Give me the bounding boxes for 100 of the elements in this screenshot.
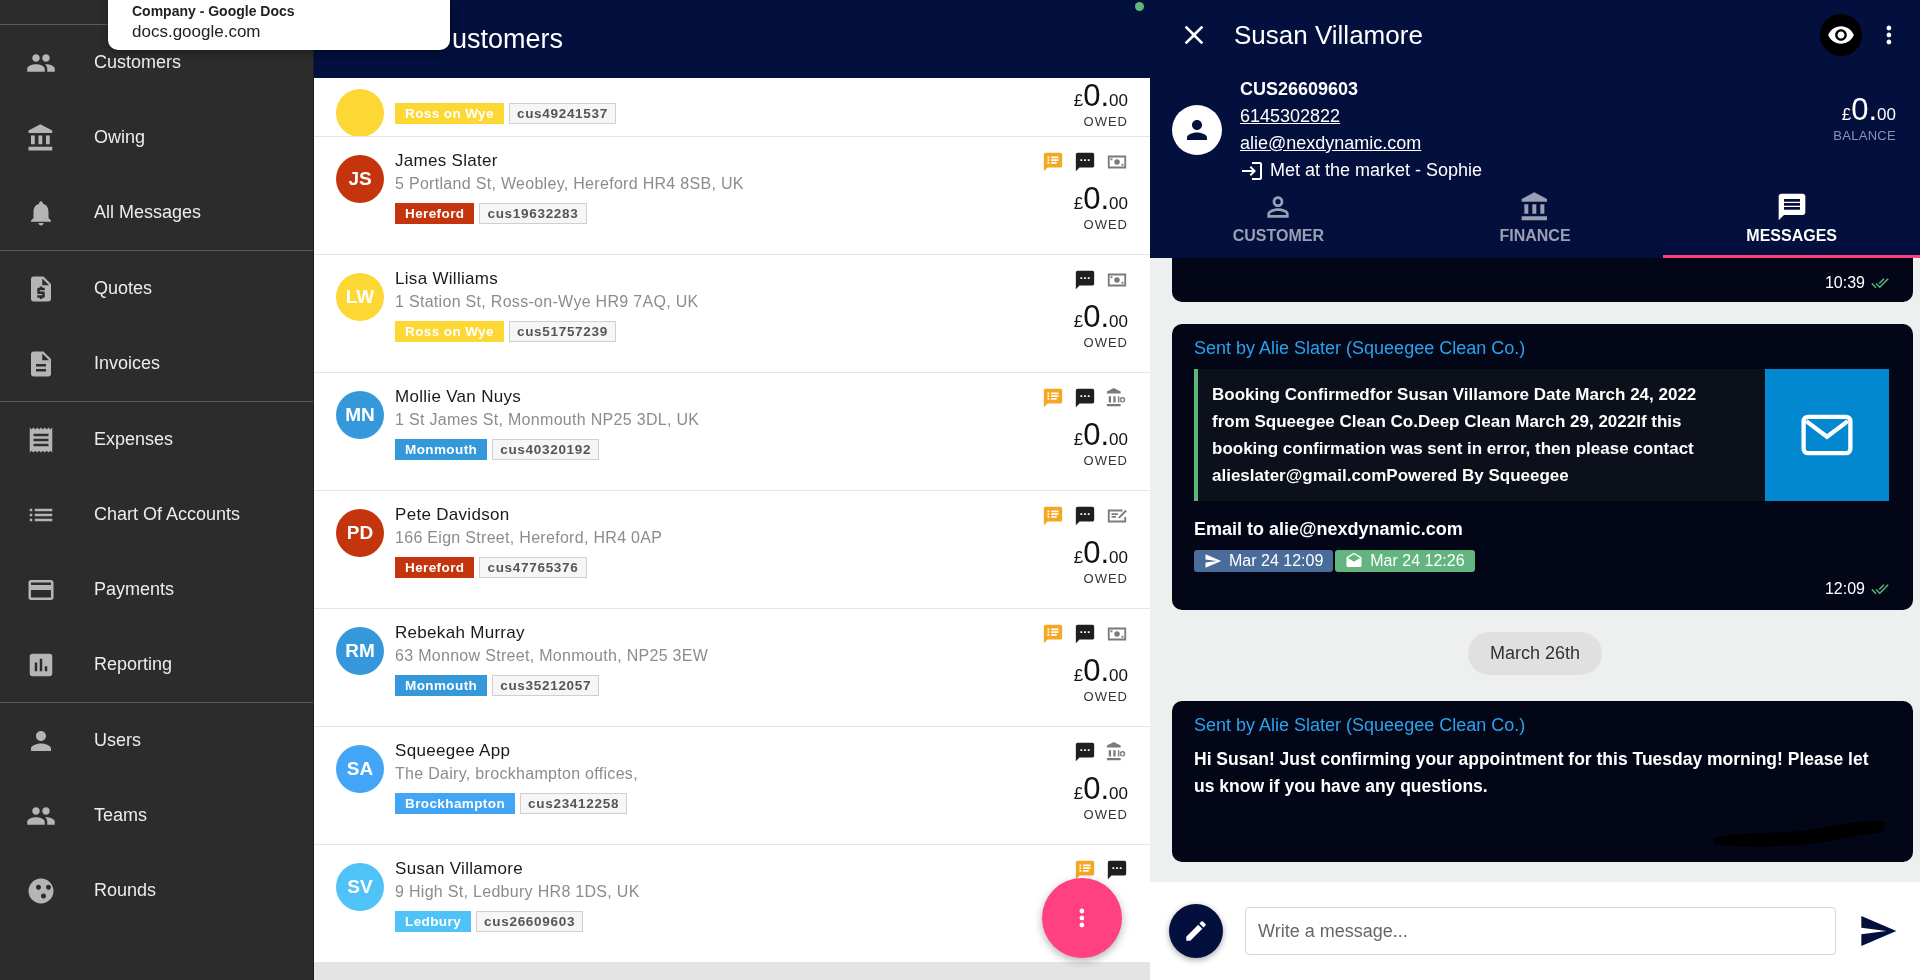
message-sender: Sent by Alie Slater (Squeegee Clean Co.) <box>1194 338 1527 359</box>
sidebar-item[interactable]: Chart Of Accounts <box>0 477 313 552</box>
sidebar-item[interactable]: Owing <box>0 100 313 175</box>
owed-label: OWED <box>1083 335 1128 350</box>
email-recipient: Email to alie@nexdynamic.com <box>1194 519 1464 540</box>
bank-icon <box>1106 387 1128 409</box>
chat-bubble-icon <box>1074 269 1096 291</box>
area-tag: Ross on Wye <box>395 103 504 124</box>
view-button[interactable] <box>1820 14 1863 56</box>
customer-code: cus40320192 <box>492 439 600 460</box>
date-divider: March 26th <box>1467 632 1602 675</box>
more-icon <box>1079 908 1085 928</box>
balance-label: BALANCE <box>1833 128 1896 143</box>
chat-bubble-icon <box>1074 387 1096 409</box>
notes-icon <box>1042 623 1064 645</box>
area-tag: Monmouth <box>395 675 488 696</box>
customer-code: cus49241537 <box>508 103 616 124</box>
owed-label: OWED <box>1083 571 1128 586</box>
tab[interactable]: CUSTOMER <box>1150 180 1407 258</box>
owed-amount: £0.00 <box>1073 535 1128 571</box>
area-tag: Hereford <box>395 557 475 578</box>
message-time: 12:09 <box>1824 580 1865 598</box>
customer-name: James Slater <box>395 151 499 172</box>
owed-amount: £0.00 <box>1073 299 1128 335</box>
notes-icon <box>1042 505 1064 527</box>
area-tag: Hereford <box>395 203 475 224</box>
chat-bubble-icon <box>1074 505 1096 527</box>
owed-label: OWED <box>1083 217 1128 232</box>
customer-address: 1 St James St, Monmouth NP25 3DL, UK <box>395 411 701 430</box>
owed-label: OWED <box>1083 689 1128 704</box>
balance-amount: £0.00 <box>1840 92 1896 128</box>
tab[interactable]: FINANCE <box>1406 180 1664 258</box>
envelope-icon <box>1801 414 1853 456</box>
sidebar-item[interactable]: Quotes <box>0 251 313 326</box>
customer-name: Rebekah Murray <box>395 623 526 644</box>
owed-amount: £0.00 <box>1073 78 1128 114</box>
sidebar-item[interactable]: Rounds <box>0 853 313 928</box>
owed-amount: £0.00 <box>1073 181 1128 217</box>
avatar: PD <box>336 509 384 557</box>
more-icon <box>1886 25 1892 45</box>
area-tag: Monmouth <box>395 439 488 460</box>
area-tag: Ross on Wye <box>395 321 504 342</box>
sidebar-item[interactable]: Invoices <box>0 326 313 401</box>
customer-address: 5 Portland St, Weobley, Hereford HR4 8SB, UK <box>395 175 745 194</box>
sent-status: Mar 24 12:09 <box>1194 550 1334 572</box>
sidebar-item[interactable]: All Messages <box>0 175 313 250</box>
pencil-icon <box>1183 918 1209 944</box>
avatar: SV <box>336 863 384 911</box>
area-tag: Ledbury <box>395 911 472 932</box>
avatar: RM <box>336 627 384 675</box>
notes-icon <box>1074 859 1096 881</box>
chat-bubble-icon <box>1074 151 1096 173</box>
avatar: SA <box>336 745 384 793</box>
message-input[interactable]: Write a message... <box>1245 907 1836 955</box>
owed-label: OWED <box>1083 807 1128 822</box>
opened-status: Mar 24 12:26 <box>1335 550 1475 572</box>
customer-source: Met at the market - Sophie <box>1270 159 1483 182</box>
avatar: MN <box>336 391 384 439</box>
chat-bubble-icon <box>1074 741 1096 763</box>
customer-code: cus35212057 <box>492 675 600 696</box>
chat-bubble-icon <box>1106 859 1128 881</box>
message-text: Hi Susan! Just confirming your appointment for this Tuesday morning! Please let us know if you have any questions. <box>1194 748 1870 798</box>
owed-amount: £0.00 <box>1073 653 1128 689</box>
avatar: LW <box>336 273 384 321</box>
tooltip-url: docs.google.com <box>132 21 262 43</box>
email-link[interactable]: alie@nexdynamic.com <box>1240 133 1422 153</box>
send-icon <box>1204 552 1222 570</box>
customer-address: 9 High St, Ledbury HR8 1DS, UK <box>395 883 641 902</box>
sidebar-item[interactable]: Expenses <box>0 402 313 477</box>
customer-code: cus51757239 <box>508 321 616 342</box>
page-title: ustomers <box>452 23 564 55</box>
notes-icon <box>1042 387 1064 409</box>
customer-name: Mollie Van Nuys <box>395 387 523 408</box>
customer-code: cus23412258 <box>520 793 628 814</box>
bank-icon <box>1106 741 1128 763</box>
sidebar-item[interactable]: Reporting <box>0 627 313 702</box>
customer-code: cus47765376 <box>479 557 587 578</box>
customer-code: cus26609603 <box>476 911 584 932</box>
customer-address: 166 Eign Street, Hereford, HR4 0AP <box>395 529 664 548</box>
avatar: JS <box>336 155 384 203</box>
customer-name: Lisa Williams <box>395 269 500 290</box>
sidebar-item[interactable]: Teams <box>0 778 313 853</box>
sidebar-item[interactable]: Payments <box>0 552 313 627</box>
owed-amount: £0.00 <box>1073 771 1128 807</box>
message-sender: Sent by Alie Slater (Squeegee Clean Co.) <box>1194 715 1527 736</box>
more-button[interactable] <box>1886 25 1892 45</box>
email-text: Booking Confirmedfor Susan Villamore Date March 24, 2022 from Squeegee Clean Co.Deep Clean March 29, 2022If this booking confirmation was sent in error, then please contact alieslater@gmail.comPowered By Squeegee <box>1211 384 1698 487</box>
sidebar-item[interactable]: Users <box>0 703 313 778</box>
edit-button[interactable] <box>1169 904 1223 958</box>
area-tag: Brockhampton <box>395 793 516 814</box>
phone-link[interactable]: 6145302822 <box>1240 106 1341 126</box>
open-envelope-icon <box>1345 552 1364 570</box>
customer-code: cus19632283 <box>479 203 587 224</box>
chat-bubble-icon <box>1074 623 1096 645</box>
customer-code: CUS26609603 <box>1240 78 1360 101</box>
customer-name: Susan Villamore <box>395 859 524 880</box>
status-dot <box>1135 2 1144 11</box>
customer-name: Squeegee App <box>395 741 512 762</box>
customer-address: 1 Station St, Ross-on-Wye HR9 7AQ, UK <box>395 293 700 312</box>
notes-icon <box>1042 151 1064 173</box>
